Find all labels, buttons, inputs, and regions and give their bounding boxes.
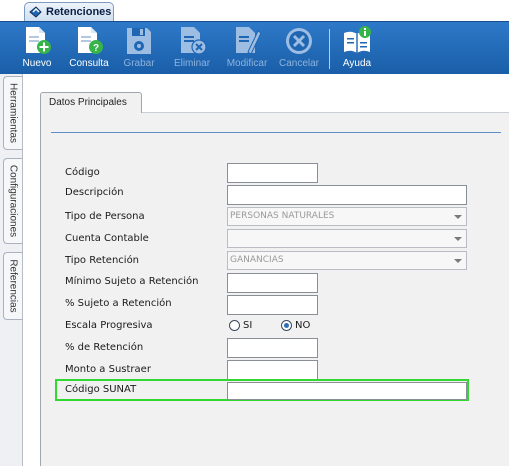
tipo-persona-select[interactable]: PERSONAS NATURALES [227,207,467,226]
help-book-icon [344,26,371,53]
escala-no-label: NO [295,320,311,331]
retenciones-tab[interactable]: Retenciones [24,2,114,21]
arrow-tab-icon [29,5,42,18]
cancelar-button[interactable]: Cancelar [276,25,322,73]
tab-herramientas-label: Herramientas [7,82,19,144]
descripcion-field[interactable] [227,185,467,205]
codigo-sunat-field[interactable] [227,382,467,400]
tipo-persona-value: PERSONAS NATURALES [230,211,335,221]
escala-si-label: SI [243,320,253,331]
tab-datos-principales[interactable]: Datos Principales [40,92,142,113]
save-disk-icon [127,28,151,54]
monto-field[interactable] [227,360,318,380]
chevron-down-icon [454,237,462,241]
toolbar-separator [329,29,330,69]
modificar-button[interactable]: Modificar [222,25,272,73]
minimo-label: Mínimo Sujeto a Retención [65,276,199,287]
chevron-down-icon [454,259,462,263]
tipo-retencion-label: Tipo Retención [65,255,140,266]
ayuda-label: Ayuda [342,58,372,69]
cuenta-contable-select[interactable] [227,229,467,248]
grabar-button[interactable]: Grabar [121,25,157,73]
tab-herramientas[interactable]: Herramientas [3,76,22,150]
consulta-label: Consulta [69,58,109,69]
eliminar-button[interactable]: Eliminar [170,25,214,73]
escala-si-radio[interactable] [229,320,240,331]
modificar-label: Modificar [226,58,268,69]
tipo-retencion-value: GANANCIAS [230,255,284,265]
monto-label: Monto a Sustraer [65,364,151,375]
codigo-sunat-label: Código SUNAT [65,384,137,395]
codigo-label: Código [65,167,100,178]
toolbar: Nuevo ? Consulta Grabar Eliminar Modific… [0,21,509,74]
pct-sujeto-label: % Sujeto a Retención [65,298,172,309]
tab-referencias[interactable]: Referencias [3,252,22,320]
nuevo-label: Nuevo [22,58,52,69]
descripcion-label: Descripción [65,187,124,198]
svg-text:?: ? [93,43,99,54]
pct-retencion-field[interactable] [227,338,318,358]
escala-si-option[interactable]: SI [229,320,252,331]
nuevo-button[interactable]: Nuevo [18,25,56,73]
edit-document-icon [236,27,262,55]
tipo-persona-label: Tipo de Persona [65,211,145,222]
chevron-down-icon [454,215,462,219]
window-tab-strip: Retenciones [0,0,509,21]
cuenta-contable-label: Cuenta Contable [65,233,149,244]
grabar-label: Grabar [123,58,155,69]
ayuda-button[interactable]: Ayuda [339,25,375,73]
escala-label: Escala Progresiva [65,320,153,331]
minimo-field[interactable] [227,273,318,293]
retenciones-tab-label: Retenciones [46,6,112,18]
tab-referencias-label: Referencias [7,259,19,313]
delete-document-icon [181,27,207,55]
content-area: Datos Principales Código Descripción Tip… [23,74,509,466]
tab-configuraciones-label: Configuraciones [7,164,19,238]
new-document-icon [26,27,51,54]
codigo-field[interactable] [227,163,318,183]
query-document-icon: ? [78,27,103,54]
pct-retencion-label: % de Retención [65,342,144,353]
side-tab-bar: Herramientas Configuraciones Referencias [0,74,23,466]
section-divider [51,132,501,133]
cancel-circle-icon [286,28,312,54]
cancelar-label: Cancelar [278,58,320,69]
tab-configuraciones[interactable]: Configuraciones [3,158,22,244]
tipo-retencion-select[interactable]: GANANCIAS [227,251,467,270]
escala-no-radio[interactable] [281,320,292,331]
consulta-button[interactable]: ? Consulta [66,25,112,73]
escala-no-option[interactable]: NO [281,320,310,331]
pct-sujeto-field[interactable] [227,295,318,315]
eliminar-label: Eliminar [173,58,211,69]
